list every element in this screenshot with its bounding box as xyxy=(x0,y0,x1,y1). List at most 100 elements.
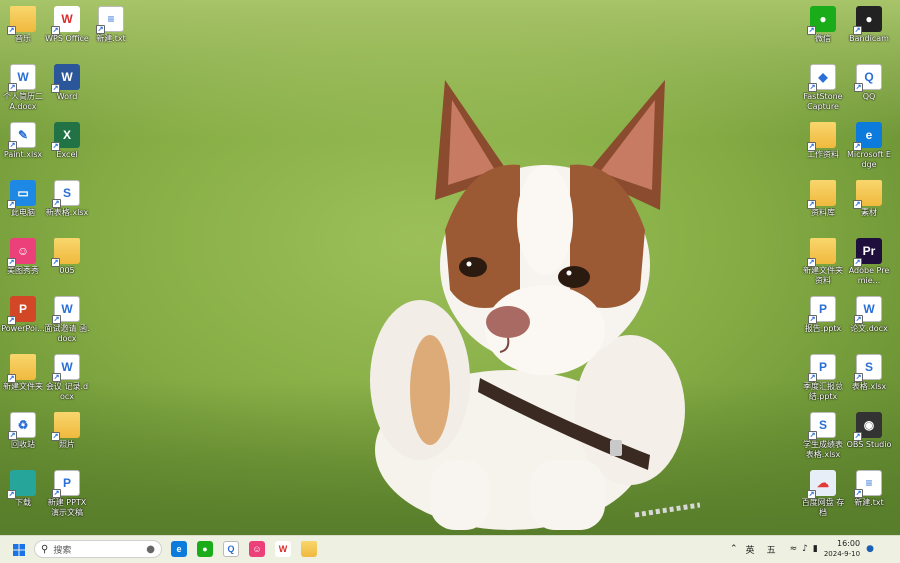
desktop-icon-right2-item-4[interactable]: Pr ↗ Adobe Premie... xyxy=(846,238,892,286)
copilot-icon: ● xyxy=(146,543,155,555)
desktop-icon-label: 下载 xyxy=(15,498,31,507)
shortcut-arrow-icon: ↗ xyxy=(807,200,816,209)
desktop-icon-right1-item-7[interactable]: S ↗ 学生成绩表 表格.xlsx xyxy=(800,412,846,460)
shortcut-arrow-icon: ↗ xyxy=(853,432,862,441)
taskbar-app-meitu[interactable]: ☺ xyxy=(246,538,268,560)
desktop-icon-label: 个人简历二 A.docx xyxy=(3,92,43,111)
desktop-icon-right2-item-6[interactable]: S ↗ 表格.xlsx xyxy=(846,354,892,392)
desktop-icon-left2-item-6[interactable]: W ↗ 会议 记录.docx xyxy=(44,354,90,402)
desktop-icon-label: 美图秀秀 xyxy=(7,266,39,275)
desktop-icon-label: Microsoft Edge xyxy=(846,150,891,169)
desktop-icon-right1-item-1[interactable]: ◆ ↗ FastStone Capture xyxy=(800,64,846,112)
desktop-icon-left1-item-5[interactable]: P ↗ PowerPoi... xyxy=(0,296,46,334)
folder-icon: ↗ xyxy=(807,238,836,267)
desktop-icon-label: 照片 xyxy=(59,440,75,449)
desktop-icon-left1-item-6[interactable]: ↗ 新建文件夹 xyxy=(0,354,46,392)
desktop-icon-label: 工作资料 xyxy=(807,150,839,159)
shortcut-arrow-icon: ↗ xyxy=(853,200,862,209)
desktop-icon-label: 新表格.xlsx xyxy=(45,208,89,217)
desktop-icon-right2-item-5[interactable]: W ↗ 论文.docx xyxy=(846,296,892,334)
volume-icon[interactable]: ♪ xyxy=(802,544,808,554)
desktop-icon-label: Excel xyxy=(56,150,78,159)
qq-icon: Q ↗ xyxy=(854,64,882,92)
edge-icon: e xyxy=(171,541,187,557)
shortcut-arrow-icon: ↗ xyxy=(52,489,61,498)
desktop-icon-left2-item-7[interactable]: ↗ 照片 xyxy=(44,412,90,450)
taskbar-app-edge[interactable]: e xyxy=(168,538,190,560)
desktop-icon-right1-item-8[interactable]: ☁ ↗ 百度网盘 存档 xyxy=(800,470,846,518)
shortcut-arrow-icon: ↗ xyxy=(96,25,105,34)
meitu-icon: ☺ ↗ xyxy=(7,238,36,267)
taskbar-app-wechat[interactable]: ● xyxy=(194,538,216,560)
wifi-icon[interactable]: ≈ xyxy=(790,544,798,554)
shortcut-arrow-icon: ↗ xyxy=(853,142,862,151)
desktop-icon-right2-item-1[interactable]: Q ↗ QQ xyxy=(846,64,892,102)
desktop-icon-right1-item-6[interactable]: P ↗ 季度汇报总结.pptx xyxy=(800,354,846,402)
desktop-icon-left2-item-1[interactable]: W ↗ Word xyxy=(44,64,90,102)
desktop-icon-label: PowerPoi... xyxy=(1,324,45,333)
desktop-icon-left1-item-8[interactable]: ↗ 下载 xyxy=(0,470,46,508)
desktop-icon-label: Word xyxy=(56,92,78,101)
desktop-icon-right1-item-2[interactable]: ↗ 工作资料 xyxy=(800,122,846,160)
desktop-icon-left2-item-5[interactable]: W ↗ 面试邀请 函.docx xyxy=(44,296,90,344)
shortcut-arrow-icon: ↗ xyxy=(854,489,863,498)
desktop-icon-left2-item-2[interactable]: X ↗ Excel xyxy=(44,122,90,160)
desktop-icon-left1-item-3[interactable]: ▭ ↗ 此电脑 xyxy=(0,180,46,218)
folder-icon: ↗ xyxy=(807,180,836,209)
desktop-icon-label: 会议 记录.docx xyxy=(45,382,89,401)
desktop-icon-left1-item-7[interactable]: ♻ ↗ 回收站 xyxy=(0,412,46,450)
notification-bell-icon[interactable]: ● xyxy=(866,544,874,554)
taskbar-app-wps-office[interactable]: W xyxy=(272,538,294,560)
input-language-1[interactable]: 英 xyxy=(746,543,755,556)
shortcut-arrow-icon: ↗ xyxy=(808,373,817,382)
shortcut-arrow-icon: ↗ xyxy=(51,258,60,267)
clock[interactable]: 16:00 2024-9-10 xyxy=(824,539,860,559)
desktop-icon-label: OBS Studio xyxy=(846,440,892,449)
shortcut-arrow-icon: ↗ xyxy=(853,26,862,35)
shortcut-arrow-icon: ↗ xyxy=(7,26,16,35)
desktop-icon-right1-item-0[interactable]: ● ↗ 微信 xyxy=(800,6,846,44)
shortcut-arrow-icon: ↗ xyxy=(51,84,60,93)
desktop-icon-right1-item-5[interactable]: P ↗ 报告.pptx xyxy=(800,296,846,334)
desktop-icon-label: 微信 xyxy=(815,34,831,43)
shortcut-arrow-icon: ↗ xyxy=(8,431,17,440)
taskbar-app-file-explorer[interactable] xyxy=(298,538,320,560)
desktop-icon-left2-item-0[interactable]: W ↗ WPS Office xyxy=(44,6,90,44)
desktop-icon-left1-item-2[interactable]: ✎ ↗ Paint.xlsx xyxy=(0,122,46,160)
desktop-icon-label: 面试邀请 函.docx xyxy=(44,324,90,343)
search-box[interactable]: ⚲ 搜索 ● xyxy=(34,540,162,558)
shortcut-arrow-icon: ↗ xyxy=(853,258,862,267)
shortcut-arrow-icon: ↗ xyxy=(807,142,816,151)
desktop-icon-right2-item-0[interactable]: ● ↗ Bandicam xyxy=(846,6,892,44)
desktop-icon-label: 报告.pptx xyxy=(804,324,842,333)
desktop-icon-right2-item-2[interactable]: e ↗ Microsoft Edge xyxy=(846,122,892,170)
desktop-icon-left1-item-4[interactable]: ☺ ↗ 美图秀秀 xyxy=(0,238,46,276)
powerpoint-icon: P ↗ xyxy=(7,296,36,325)
start-button[interactable] xyxy=(8,539,30,561)
desktop-icon-left2-item-3[interactable]: S ↗ 新表格.xlsx xyxy=(44,180,90,218)
desktop-icon-left3-item-0[interactable]: ≡ ↗ 新建.txt xyxy=(88,6,134,44)
desktop-icon-left2-item-4[interactable]: ↗ 005 xyxy=(44,238,90,276)
desktop-icon-right2-item-7[interactable]: ◉ ↗ OBS Studio xyxy=(846,412,892,450)
input-language-2[interactable]: 五 xyxy=(767,543,776,556)
windows-logo-icon xyxy=(13,543,25,556)
desktop-icon-left1-item-1[interactable]: W ↗ 个人简历二 A.docx xyxy=(0,64,46,112)
wps-doc-icon: W ↗ xyxy=(854,296,882,324)
desktop-icon-label: 新建文件夹 xyxy=(3,382,43,391)
desktop-icon-right1-item-3[interactable]: ↗ 资料库 xyxy=(800,180,846,218)
wps-doc-icon: W ↗ xyxy=(52,354,80,382)
desktop-icon-right1-item-4[interactable]: ↗ 新建文件夹 资料 xyxy=(800,238,846,286)
desktop-icon-left1-item-0[interactable]: ↗ 音乐 xyxy=(0,6,46,44)
show-hidden-icons-chevron[interactable]: ⌃ xyxy=(730,544,738,554)
taskbar-app-qq[interactable]: Q xyxy=(220,538,242,560)
wechat-icon: ● xyxy=(197,541,213,557)
shortcut-arrow-icon: ↗ xyxy=(854,373,863,382)
shortcut-arrow-icon: ↗ xyxy=(7,374,16,383)
shortcut-arrow-icon: ↗ xyxy=(807,490,816,499)
battery-icon[interactable]: ▮ xyxy=(813,544,818,554)
desktop-icon-left2-item-8[interactable]: P ↗ 新建 PPTX 演示文稿 xyxy=(44,470,90,518)
shortcut-arrow-icon: ↗ xyxy=(51,142,60,151)
pptx-file-icon: P ↗ xyxy=(52,470,80,498)
desktop-icon-right2-item-8[interactable]: ≡ ↗ 新建.txt xyxy=(846,470,892,508)
desktop-icon-right2-item-3[interactable]: ↗ 素材 xyxy=(846,180,892,218)
